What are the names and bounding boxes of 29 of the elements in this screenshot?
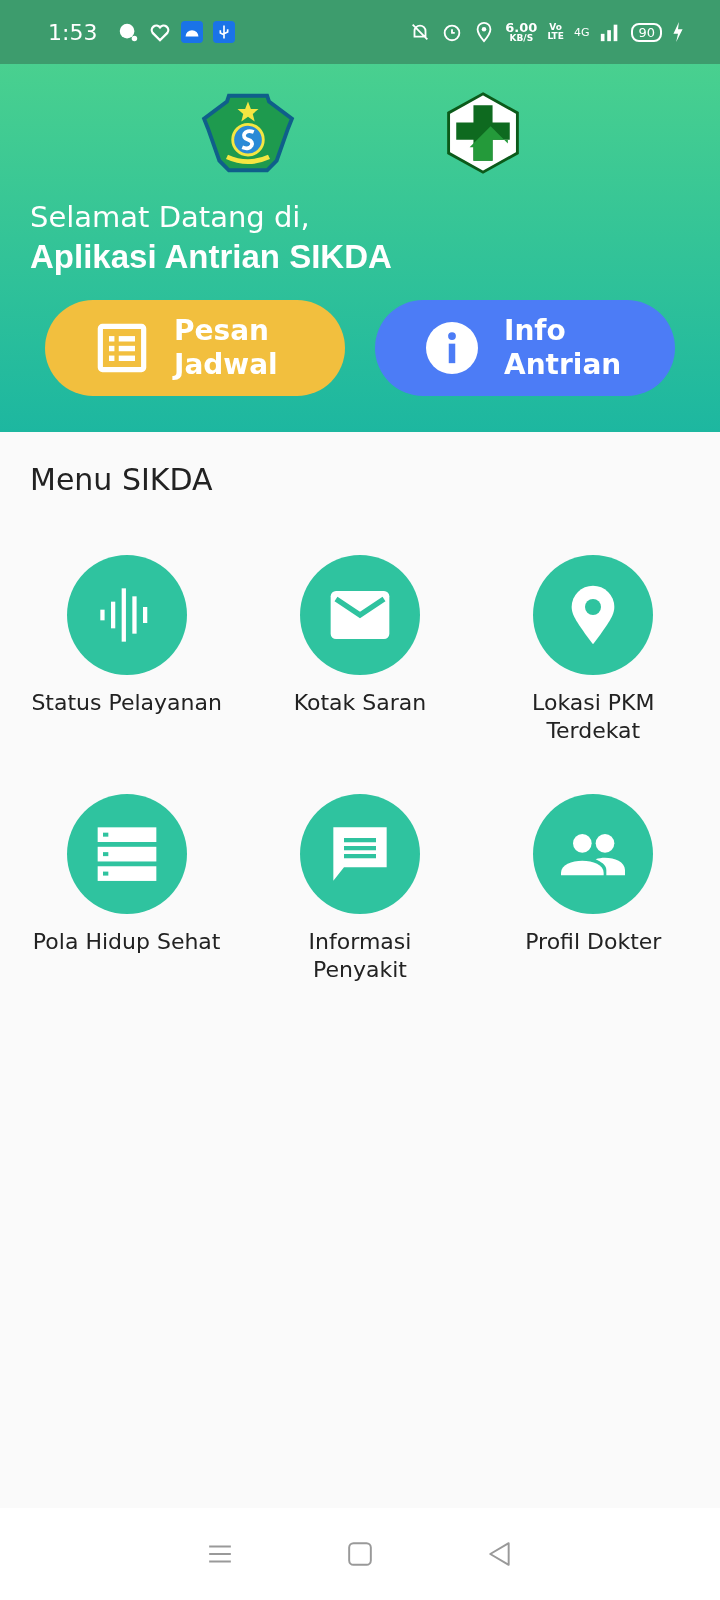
menu-label: Kotak Saran — [293, 689, 427, 717]
android-icon — [181, 21, 204, 43]
action-button[interactable]: Info Antrian — [375, 300, 675, 396]
menu-item[interactable]: Pola Hidup Sehat — [10, 794, 244, 983]
menu-item[interactable]: Status Pelayanan — [10, 555, 244, 744]
menu-label: Informasi Penyakit — [307, 928, 413, 983]
section-title: Menu SIKDA — [30, 462, 214, 497]
menu-item[interactable]: Informasi Penyakit — [243, 794, 477, 983]
menu-label: Profil Dokter — [525, 928, 662, 956]
volte-indicator: Vo LTE — [547, 23, 564, 41]
back-icon[interactable] — [487, 1541, 513, 1567]
battery-level: 90 — [631, 22, 662, 42]
menu-label: Lokasi PKM Terdekat — [531, 689, 656, 744]
chat-bubble-icon — [117, 21, 140, 43]
usb-icon — [213, 21, 236, 43]
heart-icon — [149, 21, 172, 43]
menu-item[interactable]: Lokasi PKM Terdekat — [476, 555, 710, 744]
menu-item[interactable]: Profil Dokter — [476, 794, 710, 983]
menu-label: Status Pelayanan — [31, 689, 222, 717]
menu-label: Pola Hidup Sehat — [32, 928, 221, 956]
clock: 1:53 — [48, 19, 98, 45]
home-icon[interactable] — [347, 1541, 373, 1567]
greeting-text: Selamat Datang di, — [30, 200, 311, 234]
menu-item[interactable]: Kotak Saran — [243, 555, 477, 744]
app-title: Aplikasi Antrian SIKDA — [30, 238, 393, 276]
info-icon — [426, 322, 478, 374]
list-icon — [96, 322, 148, 374]
network-speed: 6.00 KB/S — [505, 21, 538, 43]
network-type: 4G — [573, 25, 590, 39]
